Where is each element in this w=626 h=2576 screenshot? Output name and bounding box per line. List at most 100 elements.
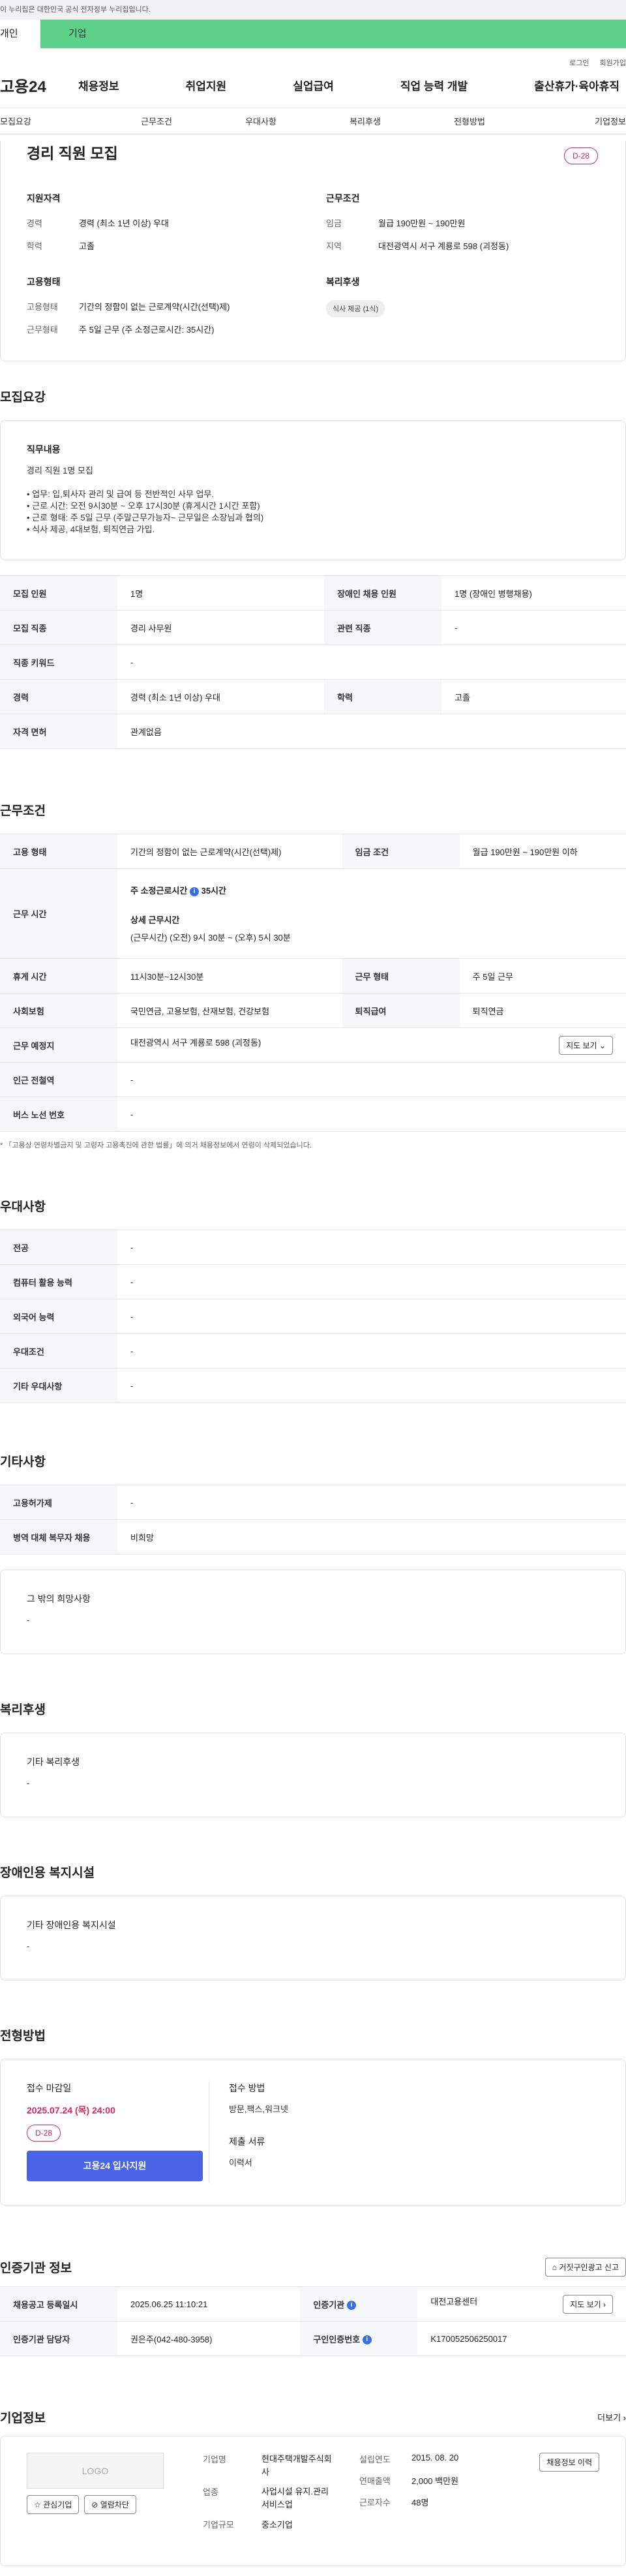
snb-welfare[interactable]: 복리후생 <box>313 115 417 127</box>
company-header: 기업정보 더보기 › <box>0 2408 626 2426</box>
td: - <box>117 1230 626 1265</box>
chevron-right-icon: › <box>603 2299 606 2309</box>
gov-notice-bar: 이 누리집은 대한민국 공식 전자정부 누리집입니다. <box>0 0 626 20</box>
th: 버스 노선 번호 <box>0 1097 117 1132</box>
th: 우대조건 <box>0 1333 117 1369</box>
th: 장애인 채용 인원 <box>324 575 442 611</box>
snb-company[interactable]: 기업정보 <box>522 115 626 127</box>
weekly-hours-label: 주 소정근로시간 <box>130 886 188 896</box>
table-row: 근무 시간 주 소정근로시간 i 35시간 상세 근무시간 (근무시간) (오전… <box>0 868 626 959</box>
snb-prefer[interactable]: 우대사항 <box>209 115 313 127</box>
age-note: * 「고용상 연령차별금지 및 고령자 고용촉진에 관한 법률」에 의거 채용정… <box>0 1142 312 1149</box>
info-icon[interactable]: i <box>189 886 199 896</box>
table-row: 근무 예정지 대전광역시 서구 계룡로 598 (괴정동) 지도 보기 ⌄ <box>0 1027 626 1063</box>
map-button[interactable]: 지도 보기 ⌄ <box>559 1035 613 1055</box>
td: - <box>117 1097 626 1132</box>
th: 관련 직종 <box>324 610 442 645</box>
th: 경력 <box>0 679 117 714</box>
block-icon: ⊘ <box>91 2500 98 2509</box>
company-card: LOGO ☆ 관심기업 ⊘ 열람차단 기업명 현대주택개발주식회사 업종 사업시설 … <box>0 2436 626 2566</box>
org-map-button[interactable]: 지도 보기 › <box>563 2294 613 2314</box>
td: - <box>117 1062 626 1097</box>
summary-conditions: 근무조건 임금 월급 190만원 ~ 190만원 지역 대전광역시 서구 계룡로 5… <box>326 192 599 262</box>
menu-vocational-training[interactable]: 직업 능력 개발 <box>400 77 468 93</box>
td: 관계없음 <box>117 714 626 749</box>
snb-conditions[interactable]: 근무조건 <box>104 115 209 127</box>
info-icon[interactable]: i <box>362 2335 372 2345</box>
job-line: • 근로 시간: 오전 9시30분 ~ 오후 17시30분 (휴게시간 1시간 … <box>27 501 260 511</box>
job-description-box: 직무내용 경리 직원 1명 모집 • 업무: 입,퇴사자 관리 및 급여 등 전… <box>0 420 626 560</box>
value: 2,000 백만원 <box>411 2476 459 2486</box>
menu-unemployment-benefit[interactable]: 실업급여 <box>293 77 334 93</box>
th: 전공 <box>0 1230 117 1265</box>
fav-button[interactable]: ☆ 관심기업 <box>27 2495 80 2514</box>
tab-personal[interactable]: 개인 <box>0 20 40 48</box>
value: 48명 <box>411 2498 429 2508</box>
table-row: 우대조건 - <box>0 1333 626 1369</box>
join-link[interactable]: 회원가입 <box>600 59 626 67</box>
tab-company[interactable]: 기업 <box>40 20 626 48</box>
td: 월급 190만원 ~ 190만원 이하 <box>459 834 626 869</box>
gov-notice: 이 누리집은 대한민국 공식 전자정부 누리집입니다. <box>0 6 151 14</box>
menu-employment-support[interactable]: 취업지원 <box>186 77 227 93</box>
table-row: 인근 전철역 - <box>0 1062 626 1097</box>
job-line: • 식사 제공, 4대보험, 퇴직연금 가입. <box>27 524 155 534</box>
detail-hours-label: 상세 근무시간 <box>130 915 180 925</box>
menu-jobs[interactable]: 채용정보 <box>78 77 119 93</box>
conditions-title: 근무조건 <box>0 804 46 818</box>
table-row: 채용공고 등록일시 2025.06.25 11:10:21 인증기관 i 대전고용센터… <box>0 2286 626 2322</box>
cert-table: 채용공고 등록일시 2025.06.25 11:10:21 인증기관 i 대전고용센터… <box>0 2286 626 2356</box>
th: 병역 대체 복무자 채용 <box>0 1519 117 1554</box>
block-button[interactable]: ⊘ 열람차단 <box>84 2495 136 2514</box>
site-logo[interactable]: 고용24 <box>0 74 78 97</box>
td: 경리 사무원 <box>117 610 325 645</box>
apply-button[interactable]: 고용24 입사지원 <box>27 2151 203 2181</box>
td: - <box>117 1264 626 1299</box>
more-link[interactable]: 더보기 › <box>597 2411 626 2423</box>
snb-process[interactable]: 전형방법 <box>417 115 522 127</box>
td: - <box>117 1368 626 1403</box>
docs-label: 제출 서류 <box>229 2136 265 2147</box>
value: 사업시설 유지.관리 서비스업 <box>261 2487 329 2509</box>
util-links: 로그인 회원가입 <box>0 48 626 67</box>
summary-employment: 고용형태 고용형태 기간의 정함이 없는 근로계약(시간(선택)제) 근무형태 주 … <box>27 275 300 346</box>
deadline-col: 접수 마감일 2025.07.24 (목) 24:00 D-28 고용24 입사… <box>27 2082 209 2183</box>
table-row: 인증기관 담당자 권은주(042-480-3958) 구인인증번호 i K170052… <box>0 2321 626 2356</box>
history-button[interactable]: 채용정보 이력 <box>539 2453 599 2472</box>
disabled-value: - <box>27 1941 30 1951</box>
value: 중소기업 <box>261 2520 293 2530</box>
td: - <box>117 1485 626 1520</box>
detail-hours-value: (근무시간) (오전) 9시 30분 ~ (오후) 5시 30분 <box>130 933 291 943</box>
td: 국민연금, 고용보험, 산재보험, 건강보험 <box>117 993 342 1028</box>
table-row: 외국어 능력 - <box>0 1299 626 1334</box>
snb-recruit[interactable]: 모집요강 <box>0 115 104 127</box>
th: 기타 우대사항 <box>0 1368 117 1403</box>
th: 인증기관 담당자 <box>0 2321 117 2356</box>
menu-parental-leave[interactable]: 출산휴가·육아휴직 <box>534 77 619 93</box>
login-link[interactable]: 로그인 <box>569 59 589 67</box>
td: - <box>117 1333 626 1369</box>
info-icon[interactable]: i <box>346 2301 356 2311</box>
report-button[interactable]: ⌂ 거짓구인광고 신고 <box>544 2258 626 2277</box>
conditions-table: 고용 형태 기간의 정함이 없는 근로계약(시간(선택)제) 임금 조건 월급 190… <box>0 834 626 1132</box>
org-label: 인증기관 <box>313 2299 345 2310</box>
th: 고용허가제 <box>0 1485 117 1520</box>
table-row: 버스 노선 번호 - <box>0 1097 626 1132</box>
table-row: 직종 키워드 - <box>0 644 626 680</box>
th: 인근 전철역 <box>0 1062 117 1097</box>
th: 컴퓨터 활용 능력 <box>0 1264 117 1299</box>
th: 휴게 시간 <box>0 958 117 993</box>
td: - <box>441 610 626 645</box>
company-info-col2: 설립연도 2015. 08. 20 연매출액 2,000 백만원 근로자수 48명 <box>359 2453 458 2549</box>
auth-label: 구인인증번호 <box>313 2334 361 2344</box>
td: 비희망 <box>117 1519 626 1554</box>
td: 기간의 정함이 없는 근로계약(시간(선택)제) <box>117 834 342 869</box>
value: 기간의 정함이 없는 근로계약(시간(선택)제) <box>79 302 230 312</box>
welfare-badge: 식사 제공 (1식) <box>326 300 385 317</box>
label: 근로자수 <box>359 2498 391 2508</box>
table-row: 병역 대체 복무자 채용 비희망 <box>0 1519 626 1554</box>
deadline-value: 2025.07.24 (목) 24:00 <box>27 2105 115 2115</box>
cond-title: 근무조건 <box>326 193 360 204</box>
td: 11시30분~12시30분 <box>117 958 342 993</box>
th: 근무 형태 <box>342 958 460 993</box>
